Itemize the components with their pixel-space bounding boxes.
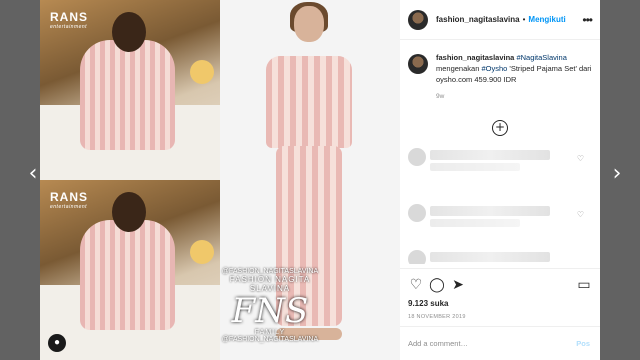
comment-item: ♡ — [408, 148, 592, 176]
photo-bottom: RANS entertainment — [40, 180, 220, 360]
separator-dot: • — [522, 15, 526, 24]
post-actions: ♡ ◯ ➤ ▭ 9.123 suka 18 NOVEMBER 2019 — [400, 268, 600, 321]
watermark-handle-2: @FASHION_NAGITASLAVINA — [221, 336, 319, 343]
rans-logo: RANS entertainment — [50, 190, 89, 210]
comment-item — [408, 250, 592, 264]
more-options-icon[interactable]: ••• — [582, 13, 593, 27]
post-side-panel: fashion_nagitaslavina • Mengikuti ••• fa… — [400, 0, 600, 360]
comment-like-heart-icon[interactable]: ♡ — [577, 210, 584, 219]
comment-avatar[interactable] — [408, 250, 426, 264]
photo-collage: RANS entertainment RANS entertainment — [40, 0, 220, 360]
likes-count[interactable]: 9.123 suka — [408, 299, 448, 308]
person-head — [112, 12, 146, 52]
tagged-user-icon[interactable]: ● — [48, 334, 66, 352]
caption-avatar[interactable] — [408, 54, 428, 74]
next-post-arrow-icon[interactable]: › — [607, 163, 627, 185]
caption-username[interactable]: fashion_nagitaslavina — [436, 53, 514, 62]
pajama-top — [266, 56, 352, 148]
person-body — [80, 40, 175, 150]
save-bookmark-icon[interactable]: ▭ — [576, 277, 592, 293]
comment-blurred-text — [430, 163, 520, 171]
comment-bubble-icon[interactable]: ◯ — [429, 277, 445, 293]
model-head — [294, 6, 324, 42]
comment-avatar[interactable] — [408, 204, 426, 222]
hashtag-nagitaslavina[interactable]: #NagitaSlavina — [516, 53, 566, 62]
comment-blurred-text — [430, 252, 550, 262]
post-date: 18 NOVEMBER 2019 — [408, 314, 466, 320]
add-comment-input[interactable]: Add a comment… — [408, 339, 468, 348]
caption-text: fashion_nagitaslavina #NagitaSlavina men… — [436, 52, 592, 102]
watermark-logo: FNS — [231, 291, 309, 331]
person-head — [112, 192, 146, 232]
caption-text-1: mengenakan — [436, 64, 482, 73]
post-caption: fashion_nagitaslavina #NagitaSlavina men… — [408, 52, 592, 102]
fns-watermark: @FASHION_NAGITASLAVINA FASHION NAGITA SL… — [220, 268, 320, 343]
rans-logo: RANS entertainment — [50, 10, 89, 30]
load-more-comments-icon[interactable]: + — [492, 120, 508, 136]
comment-avatar[interactable] — [408, 148, 426, 166]
post-media[interactable]: RANS entertainment RANS entertainment @FAS… — [40, 0, 400, 360]
person-body — [80, 220, 175, 330]
post-header: fashion_nagitaslavina • Mengikuti ••• — [400, 0, 600, 40]
like-heart-icon[interactable]: ♡ — [408, 277, 424, 293]
post-comment-button[interactable]: Pos — [576, 339, 590, 348]
comment-blurred-text — [430, 219, 520, 227]
lamp — [190, 60, 214, 84]
post-modal: RANS entertainment RANS entertainment @FAS… — [40, 0, 600, 360]
comment-blurred-text — [430, 150, 550, 160]
following-button[interactable]: Mengikuti — [528, 15, 565, 24]
avatar[interactable] — [408, 9, 428, 30]
lamp — [190, 240, 214, 264]
comment-like-heart-icon[interactable]: ♡ — [577, 154, 584, 163]
add-comment-bar: Add a comment… Pos — [400, 326, 600, 360]
caption-time: 9w — [436, 93, 445, 100]
watermark-handle: @FASHION_NAGITASLAVINA — [221, 268, 319, 275]
share-send-icon[interactable]: ➤ — [450, 277, 466, 293]
comment-blurred-text — [430, 206, 550, 216]
hashtag-oysho[interactable]: #Oysho — [481, 64, 507, 73]
photo-top: RANS entertainment — [40, 0, 220, 180]
post-username[interactable]: fashion_nagitaslavina — [436, 15, 520, 24]
comment-item: ♡ — [408, 204, 592, 232]
